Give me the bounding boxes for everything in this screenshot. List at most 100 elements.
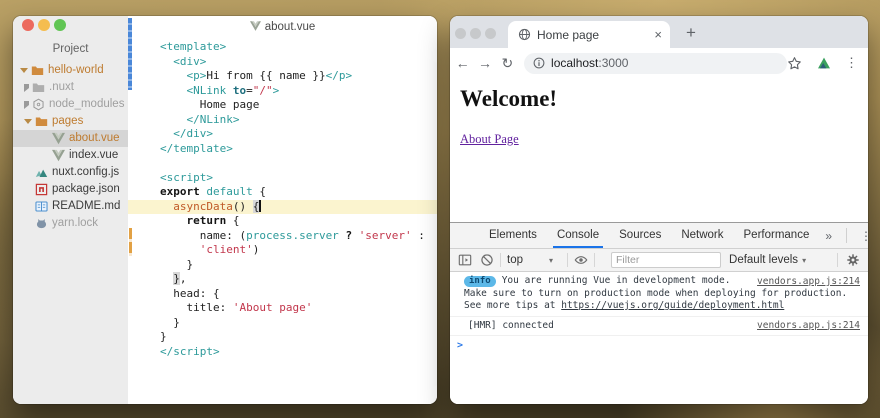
reload-button[interactable]: ↻ [498,55,517,72]
globe-icon [518,28,531,41]
settings-gear-icon[interactable] [846,253,860,267]
tree-item-label: index.vue [69,147,118,164]
source-location-link[interactable]: vendors.app.js:214 [757,276,860,287]
tree-item-label: README.md [52,198,120,215]
tree-item-readme-md[interactable]: README.md [13,198,128,215]
devtools-tab-network[interactable]: Network [671,223,733,248]
tree-item-pages[interactable]: pages [13,113,128,130]
code-line[interactable]: head: { [128,287,437,302]
code-line[interactable]: Home page [128,98,437,113]
folder-icon [31,64,44,77]
code-line[interactable]: <template> [128,40,437,55]
code-pane[interactable]: about.vue <template> <div> <p>Hi from {{… [128,16,437,404]
console-toolbar: top ▾ Default levels ▾ [450,249,868,272]
code-line[interactable]: }, [128,272,437,287]
new-tab-button[interactable]: + [678,20,704,46]
tab-title: Home page [537,28,599,42]
folder-icon [32,81,45,94]
code-line[interactable]: export default { [128,185,437,200]
yarn-cat-icon [35,217,48,230]
zoom-button[interactable] [485,28,496,39]
forward-button[interactable]: → [475,55,494,71]
chevron-right-icon[interactable] [24,84,29,92]
code-line[interactable]: return { [128,214,437,229]
tree-item-label: package.json [52,181,120,198]
tree-item-node-modules[interactable]: node_modules [13,96,128,113]
code-line[interactable]: } [128,316,437,331]
prompt-chevron-icon: > [457,340,463,351]
code-line[interactable]: </div> [128,127,437,142]
live-expression-eye-icon[interactable] [574,253,588,267]
url-host: localhost [551,56,598,70]
code-line[interactable]: 'client') [128,243,437,258]
devtools-menu-icon[interactable]: ⋮ [852,229,868,243]
tab-strip: Home page × + [450,16,868,48]
code-line-current[interactable]: asyncData() { [128,200,437,215]
console-sidebar-toggle-icon[interactable] [458,253,472,267]
code-editor[interactable]: <template> <div> <p>Hi from {{ name }}</… [128,40,437,359]
tab-close-icon[interactable]: × [654,28,662,41]
code-line[interactable]: </script> [128,345,437,360]
context-selector[interactable]: top ▾ [507,254,553,266]
vue-file-icon [52,132,65,145]
clear-console-icon[interactable] [480,253,494,267]
chevron-down-icon[interactable] [24,119,32,124]
node-modules-hexagon-icon [32,98,45,111]
devtools-tab-elements[interactable]: Elements [479,223,547,248]
more-tabs-icon[interactable]: » [819,229,838,243]
vue-logo-icon [250,21,261,31]
tree-item-hello-world[interactable]: hello-world [13,62,128,79]
bookmark-star-icon[interactable] [787,56,802,71]
tree-item-nuxt-config-js[interactable]: nuxt.config.js [13,164,128,181]
chevron-right-icon[interactable] [24,101,29,109]
minimize-button[interactable] [470,28,481,39]
console-info-message: infoYou are running Vue in development m… [450,272,868,317]
devtools-tab-performance[interactable]: Performance [734,223,820,248]
chevron-down-icon[interactable] [20,68,28,73]
page-info-icon[interactable] [533,57,545,69]
zoom-button[interactable] [54,19,66,31]
tree-item-package-json[interactable]: package.json [13,181,128,198]
devtools-tab-console[interactable]: Console [547,223,609,248]
tree-item--nuxt[interactable]: .nuxt [13,79,128,96]
code-line[interactable]: <NLink to="/"> [128,84,437,99]
console-log-message: [HMR] connected vendors.app.js:214 [450,317,868,337]
code-line[interactable]: <p>Hi from {{ name }}</p> [128,69,437,84]
about-page-link[interactable]: About Page [460,132,519,147]
browser-toolbar: ← → ↻ localhost:3000 ⋮ [450,48,868,79]
code-line[interactable] [128,156,437,171]
code-line[interactable]: </NLink> [128,113,437,128]
devtools-tab-bar: ElementsConsoleSourcesNetworkPerformance… [450,223,868,249]
vue-devtools-extension-icon[interactable] [816,55,832,71]
console-prompt[interactable]: > [450,336,868,351]
close-button[interactable] [22,19,34,31]
code-line[interactable]: name: (process.server ? 'server' : [128,229,437,244]
console-filter-input[interactable] [611,252,721,268]
tree-item-about-vue[interactable]: about.vue [13,130,128,147]
deployment-guide-link[interactable]: https://vuejs.org/guide/deployment.html [561,300,784,311]
address-bar[interactable]: localhost:3000 [524,53,787,74]
readme-book-icon [35,200,48,213]
code-line[interactable]: <script> [128,171,437,186]
editor-window: Project hello-world.nuxtnode_modulespage… [13,16,437,404]
code-line[interactable]: } [128,258,437,273]
file-tree: hello-world.nuxtnode_modulespagesabout.v… [13,62,128,232]
code-line[interactable]: } [128,330,437,345]
tree-item-label: .nuxt [49,79,74,96]
log-levels-selector[interactable]: Default levels ▾ [729,254,806,266]
code-line[interactable]: title: 'About page' [128,301,437,316]
tree-item-index-vue[interactable]: index.vue [13,147,128,164]
close-button[interactable] [455,28,466,39]
minimize-button[interactable] [38,19,50,31]
browser-tab[interactable]: Home page × [508,21,670,48]
browser-menu-icon[interactable]: ⋮ [845,55,858,71]
source-location-link[interactable]: vendors.app.js:214 [757,320,860,331]
vue-file-icon [52,149,65,162]
page-heading: Welcome! [460,86,868,112]
back-button[interactable]: ← [453,55,472,71]
code-line[interactable]: <div> [128,55,437,70]
devtools-tab-sources[interactable]: Sources [609,223,671,248]
tree-item-label: nuxt.config.js [52,164,119,181]
tree-item-yarn-lock[interactable]: yarn.lock [13,215,128,232]
code-line[interactable]: </template> [128,142,437,157]
